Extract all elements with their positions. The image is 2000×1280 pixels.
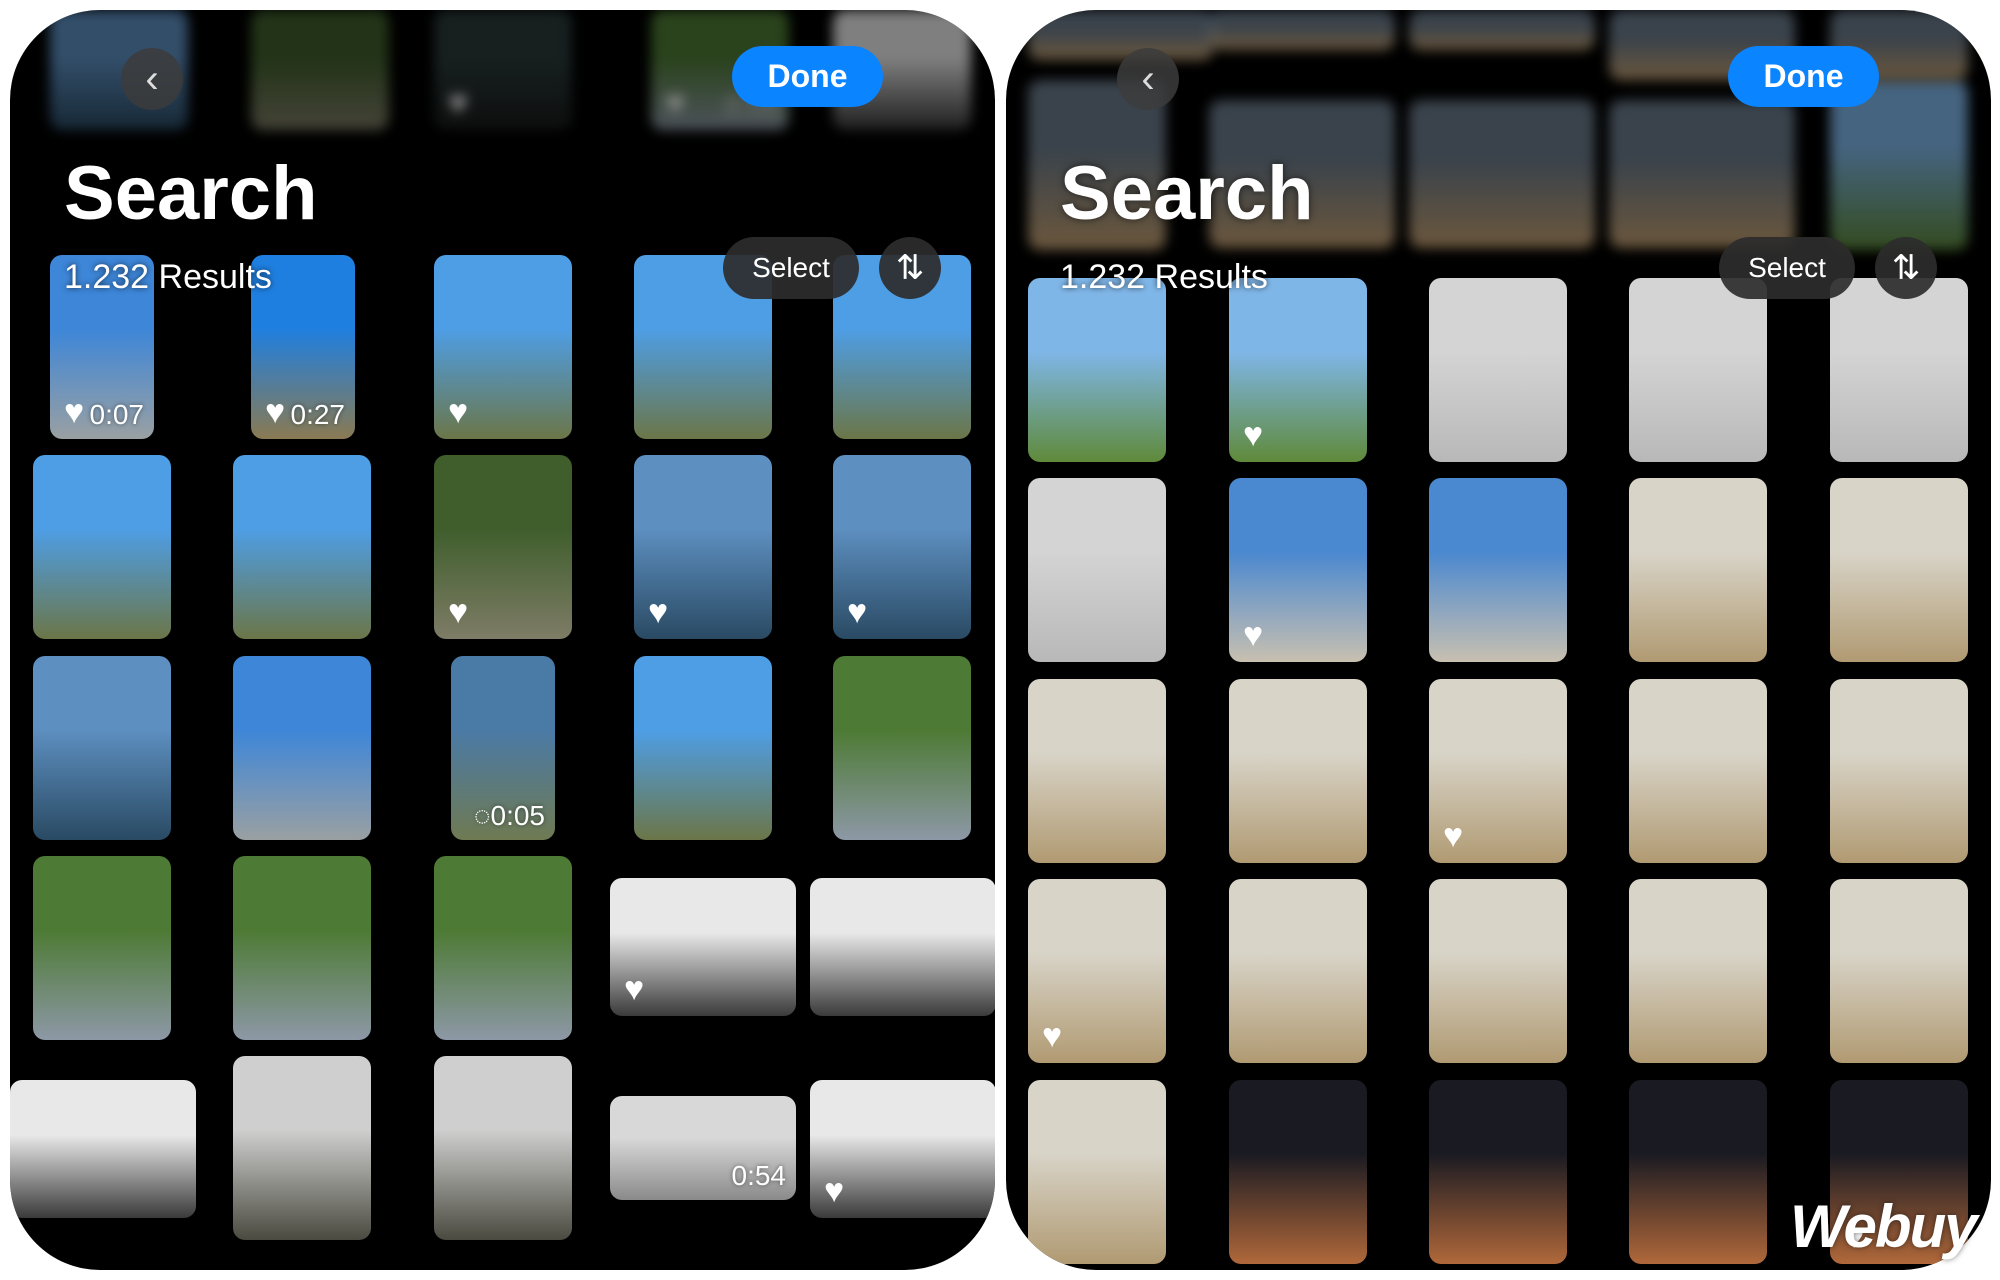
photo-thumbnail[interactable] [1609,100,1795,248]
photo-thumbnail[interactable] [233,455,371,639]
left-phone-screen: ♥ 0:07 ♥ 0:27 ♥ ♥ ♥ ♥ ◌0:05 ♥ 0:54 ♥ ♥ ♥ 0:05 ‹ Done S… [10,10,995,1270]
favorite-heart-icon: ♥ [1042,1017,1063,1055]
photo-thumbnail[interactable] [634,656,772,840]
photo-thumbnail[interactable] [1629,879,1767,1063]
photo-thumbnail[interactable]: ♥ [1028,879,1166,1063]
photo-thumbnail[interactable] [1629,478,1767,662]
photo-thumbnail[interactable] [1229,679,1367,863]
photo-thumbnail[interactable] [1429,278,1567,462]
photo-thumbnail[interactable] [1629,278,1767,462]
photo-thumbnail[interactable] [1409,100,1595,248]
favorite-heart-icon: ♥ [648,593,669,631]
photo-thumbnail[interactable]: ♥ [610,878,796,1016]
arrow-up-down-icon: ⇅ [1891,249,1921,287]
photo-thumbnail[interactable]: ◌0:05 [451,656,555,840]
select-button[interactable]: Select [1719,237,1855,299]
favorite-heart-icon: ♥ [1243,616,1264,654]
video-duration: 0:54 [731,1160,787,1191]
photo-thumbnail[interactable]: ♥ [1229,478,1367,662]
photo-thumbnail[interactable] [233,656,371,840]
photo-thumbnail[interactable] [1028,679,1166,863]
right-phone-screen: ♥ ♥ ♥ ♥ ♥ ‹ Done Search 1.232 Results Select… [1006,10,1991,1270]
favorite-heart-icon: ♥ [265,393,286,431]
page-title: Search [64,151,318,236]
watermark-logo: Webuy [1790,1193,1978,1260]
photo-thumbnail[interactable] [33,656,171,840]
photo-thumbnail[interactable]: ♥ [833,455,971,639]
video-duration: 0:27 [290,399,346,430]
photo-thumbnail[interactable]: ♥ [810,1080,995,1218]
photo-thumbnail[interactable] [1830,478,1968,662]
page-title: Search [1060,151,1314,236]
photo-thumbnail[interactable]: ♥ [1229,278,1367,462]
back-button[interactable]: ‹ [1117,48,1179,110]
photo-thumbnail[interactable]: ♥ [434,455,572,639]
photo-thumbnail[interactable] [1409,10,1595,50]
arrow-up-down-icon: ⇅ [895,249,925,287]
photo-thumbnail[interactable] [833,656,971,840]
photo-thumbnail[interactable] [1429,1080,1567,1264]
photo-thumbnail[interactable] [1830,278,1968,462]
video-duration: ◌0:05 [473,800,545,831]
photo-thumbnail[interactable] [1028,478,1166,662]
favorite-heart-icon: ♥ [824,1172,845,1210]
photo-thumbnail[interactable] [1229,1080,1367,1264]
photo-thumbnail[interactable]: 0:54 [610,1096,796,1200]
photo-thumbnail[interactable] [1629,679,1767,863]
select-button[interactable]: Select [723,237,859,299]
sort-button[interactable]: ⇅ [1875,237,1937,299]
photo-thumbnail[interactable] [1028,278,1166,462]
favorite-heart-icon: ♥ [665,84,686,122]
results-count: 1.232 Results [1060,258,1268,296]
photo-thumbnail[interactable]: ♥ [634,455,772,639]
favorite-heart-icon: ♥ [448,84,469,122]
favorite-heart-icon: ♥ [1243,416,1264,454]
favorite-heart-icon: ♥ [64,393,85,431]
photo-thumbnail[interactable] [1629,1080,1767,1264]
done-button[interactable]: Done [1728,46,1879,107]
photo-thumbnail[interactable]: ♥ [1429,679,1567,863]
photo-thumbnail[interactable] [33,856,171,1040]
photo-thumbnail[interactable] [1830,679,1968,863]
photo-thumbnail[interactable] [251,10,389,130]
photo-thumbnail[interactable] [1028,1080,1166,1264]
photo-thumbnail[interactable] [233,856,371,1040]
photo-thumbnail[interactable] [1229,879,1367,1063]
back-button[interactable]: ‹ [121,48,183,110]
photo-thumbnail[interactable] [1830,879,1968,1063]
chevron-left-icon: ‹ [1141,56,1155,101]
photo-thumbnail[interactable] [810,878,995,1016]
photo-thumbnail[interactable] [10,1080,196,1218]
favorite-heart-icon: ♥ [448,393,469,431]
done-button[interactable]: Done [732,46,883,107]
photo-thumbnail[interactable] [233,1056,371,1240]
favorite-heart-icon: ♥ [847,593,868,631]
photo-thumbnail[interactable] [1209,10,1395,50]
photo-thumbnail[interactable] [1429,478,1567,662]
photo-thumbnail[interactable] [1028,10,1214,60]
video-duration: 0:07 [89,399,145,430]
favorite-heart-icon: ♥ [1443,817,1464,855]
photo-thumbnail[interactable] [434,1056,572,1240]
photo-thumbnail[interactable] [1429,879,1567,1063]
results-count: 1.232 Results [64,258,272,296]
photo-thumbnail[interactable] [434,856,572,1040]
sort-button[interactable]: ⇅ [879,237,941,299]
favorite-heart-icon: ♥ [448,593,469,631]
photo-thumbnail[interactable] [33,455,171,639]
photo-thumbnail[interactable]: ♥ [434,10,572,130]
photo-thumbnail[interactable]: ♥ [434,255,572,439]
chevron-left-icon: ‹ [145,56,159,101]
favorite-heart-icon: ♥ [624,970,645,1008]
